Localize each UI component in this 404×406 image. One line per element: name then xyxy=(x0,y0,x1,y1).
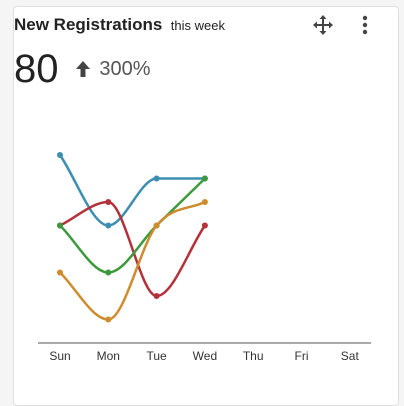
change-percent: 300% xyxy=(99,57,151,80)
widget-header: New Registrations this week xyxy=(14,15,225,35)
vertical-ellipsis-icon[interactable] xyxy=(358,13,372,37)
move-arrows-icon[interactable] xyxy=(312,14,334,36)
registrations-count: 80 xyxy=(14,47,59,91)
arrow-up-icon xyxy=(75,60,91,78)
widget-subtitle: this week xyxy=(170,18,225,33)
widget-title: New Registrations xyxy=(14,15,163,34)
metric-summary: 80 300% xyxy=(14,44,151,94)
